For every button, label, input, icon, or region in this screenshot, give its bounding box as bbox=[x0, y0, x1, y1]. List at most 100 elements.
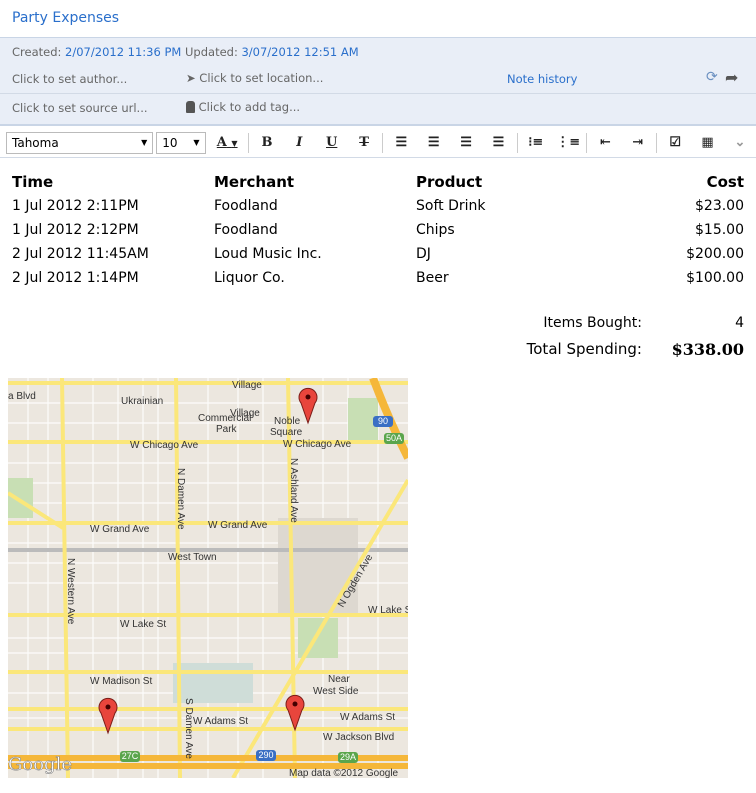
map-label: W Grand Ave bbox=[208, 520, 268, 531]
items-bought-row: Items Bought: 4 bbox=[543, 315, 744, 331]
highway-shield-label: 50A bbox=[386, 433, 402, 443]
map-label: Park bbox=[216, 424, 238, 435]
font-size-select[interactable]: 10 ▼ bbox=[156, 131, 206, 154]
map-pin-dot bbox=[292, 701, 298, 707]
map-label: W Chicago Ave bbox=[283, 439, 352, 450]
highway-shield-label: 27C bbox=[122, 751, 139, 761]
cell-cost: $200.00 bbox=[686, 246, 744, 262]
map-label: S Damen Ave bbox=[183, 698, 194, 759]
table-row: 1 Jul 2012 2:12PM Foodland Chips $15.00 bbox=[12, 218, 744, 242]
italic-button[interactable]: I bbox=[283, 135, 315, 150]
cell-merchant: Loud Music Inc. bbox=[214, 246, 322, 262]
source-url-field[interactable]: Click to set source url... bbox=[12, 101, 148, 115]
map-label: W Grand Ave bbox=[90, 524, 150, 535]
cell-time: 1 Jul 2012 2:12PM bbox=[12, 222, 139, 238]
table-icon[interactable]: ▦ bbox=[691, 135, 723, 150]
author-field[interactable]: Click to set author... bbox=[12, 72, 127, 86]
highway-shield-label: 90 bbox=[378, 416, 388, 426]
header-cost: Cost bbox=[706, 173, 744, 191]
map-attribution: Map data ©2012 Google bbox=[289, 768, 399, 778]
table-row: 1 Jul 2012 2:11PM Foodland Soft Drink $23.0… bbox=[12, 194, 744, 218]
total-spending-value: $338.00 bbox=[671, 340, 744, 359]
cell-product: Soft Drink bbox=[416, 198, 486, 214]
highway-shield-label: 29A bbox=[340, 752, 356, 762]
tag-icon bbox=[186, 101, 195, 113]
align-center-icon[interactable]: ☰ bbox=[418, 135, 450, 150]
updated-label: Updated: bbox=[185, 45, 238, 59]
cell-time: 2 Jul 2012 1:14PM bbox=[12, 270, 139, 286]
map-label: N Ashland Ave bbox=[288, 458, 299, 523]
note-meta-panel: Created: 2/07/2012 11:36 PM Updated: 3/0… bbox=[0, 38, 756, 126]
sync-icon[interactable]: ⟳ bbox=[706, 69, 718, 85]
table-row: 2 Jul 2012 11:45AM Loud Music Inc. DJ $200.… bbox=[12, 242, 744, 266]
map-label: N Western Ave bbox=[65, 558, 76, 625]
map-pin-dot bbox=[105, 704, 111, 710]
cell-merchant: Foodland bbox=[214, 198, 278, 214]
chevron-down-icon: ▼ bbox=[141, 138, 148, 147]
map-pin-icon[interactable] bbox=[285, 694, 305, 732]
created-label: Created: bbox=[12, 45, 62, 59]
note-title[interactable]: Party Expenses bbox=[0, 0, 756, 38]
location-arrow-icon: ➤ bbox=[186, 71, 196, 85]
cell-product: DJ bbox=[416, 246, 431, 262]
cell-merchant: Foodland bbox=[214, 222, 278, 238]
format-toolbar: Tahoma ▼ 10 ▼ A ▼ B I U T ☰ ☰ ☰ ☰ ⁝≡ ⋮≡ ⇤ … bbox=[0, 128, 756, 158]
map-label: W Adams St bbox=[193, 716, 248, 727]
cell-product: Beer bbox=[416, 270, 449, 286]
outdent-icon[interactable]: ⇤ bbox=[589, 135, 621, 150]
location-field[interactable]: Click to set location... bbox=[199, 71, 323, 85]
more-chevrons-icon[interactable]: ⌄ bbox=[724, 135, 756, 150]
updated-date[interactable]: 3/07/2012 12:51 AM bbox=[241, 45, 358, 59]
map-label: N Damen Ave bbox=[175, 468, 186, 530]
map-label: W Lake St bbox=[120, 619, 166, 630]
map-label: Square bbox=[270, 427, 303, 438]
underline-button[interactable]: U bbox=[316, 135, 348, 150]
map-label: Ukrainian bbox=[121, 396, 163, 407]
map-label: W Jackson Blvd bbox=[323, 732, 394, 743]
font-color-button[interactable]: A ▼ bbox=[209, 135, 246, 150]
map-label: a Blvd bbox=[8, 391, 36, 402]
map-label: W Madison St bbox=[90, 676, 152, 687]
items-bought-value: 4 bbox=[735, 315, 744, 331]
share-arrow-icon[interactable]: ➦ bbox=[725, 68, 738, 87]
map-pin-icon[interactable] bbox=[298, 387, 318, 425]
bold-button[interactable]: B bbox=[251, 135, 283, 150]
header-time: Time bbox=[12, 173, 54, 191]
cell-product: Chips bbox=[416, 222, 455, 238]
map-label: Noble bbox=[274, 416, 301, 427]
expenses-table: Time Merchant Product Cost 1 Jul 2012 2:… bbox=[12, 170, 744, 290]
cell-time: 2 Jul 2012 11:45AM bbox=[12, 246, 149, 262]
header-merchant: Merchant bbox=[214, 173, 295, 191]
tag-field[interactable]: Click to add tag... bbox=[199, 100, 300, 114]
cell-time: 1 Jul 2012 2:11PM bbox=[12, 198, 139, 214]
cell-cost: $100.00 bbox=[686, 270, 744, 286]
map-label: West Side bbox=[313, 686, 359, 697]
map-label: W Lake St bbox=[368, 605, 408, 616]
google-logo: Google bbox=[8, 754, 72, 775]
strikethrough-button[interactable]: T bbox=[348, 135, 380, 150]
checkbox-icon[interactable]: ☑ bbox=[659, 135, 691, 150]
indent-icon[interactable]: ⇥ bbox=[622, 135, 654, 150]
bullet-list-icon[interactable]: ⁝≡ bbox=[520, 135, 552, 150]
align-justify-icon[interactable]: ☰ bbox=[482, 135, 514, 150]
cell-merchant: Liquor Co. bbox=[214, 270, 285, 286]
map-label: West Town bbox=[168, 552, 217, 563]
created-date[interactable]: 2/07/2012 11:36 PM bbox=[65, 45, 181, 59]
map-label: Village bbox=[232, 380, 262, 391]
chevron-down-icon: ▼ bbox=[193, 138, 200, 147]
table-row: 2 Jul 2012 1:14PM Liquor Co. Beer $100.00 bbox=[12, 266, 744, 290]
font-family-select[interactable]: Tahoma ▼ bbox=[6, 131, 154, 154]
align-left-icon[interactable]: ☰ bbox=[385, 135, 417, 150]
map-label: Commercial bbox=[198, 413, 251, 424]
note-history-link[interactable]: Note history bbox=[507, 72, 577, 86]
map[interactable]: Ukrainian Village Village Commercial Park Nob… bbox=[8, 378, 408, 778]
header-product: Product bbox=[416, 173, 483, 191]
cell-cost: $15.00 bbox=[695, 222, 744, 238]
map-label: W Chicago Ave bbox=[130, 440, 199, 451]
total-spending-row: Total Spending: $338.00 bbox=[526, 340, 744, 359]
numbered-list-icon[interactable]: ⋮≡ bbox=[552, 135, 584, 150]
align-right-icon[interactable]: ☰ bbox=[450, 135, 482, 150]
map-label: W Adams St bbox=[340, 712, 395, 723]
cell-cost: $23.00 bbox=[695, 198, 744, 214]
map-label: Near bbox=[328, 674, 350, 685]
